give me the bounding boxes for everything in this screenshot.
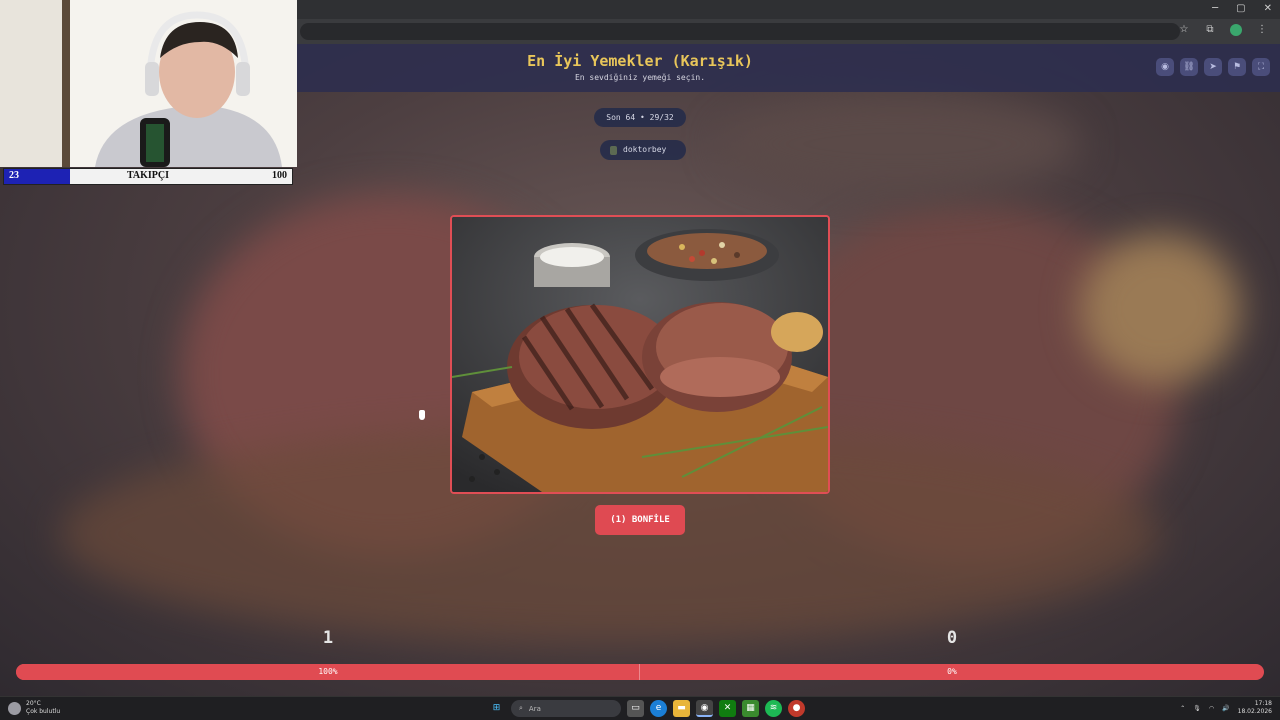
task-view-icon[interactable]: ▭ [627,700,644,717]
weather-desc: Çok bulutlu [26,708,61,715]
spotify-icon[interactable]: ≋ [765,700,782,717]
minimize-button[interactable]: ─ [1212,3,1218,14]
score-left: 1 [322,628,334,648]
item-label-button[interactable]: (1) BONFİLE [595,505,685,535]
puzzle-icon[interactable]: ⧉ [1204,24,1216,36]
flag-icon[interactable]: ⚑ [1228,58,1246,76]
address-bar[interactable] [300,23,1180,40]
mouse-cursor [419,410,425,420]
wifi-icon[interactable]: ◠ [1209,705,1214,712]
eye-icon[interactable]: ◉ [1156,58,1174,76]
background-garlic [1080,234,1240,384]
system-tray: ⌃ 🎙 ◠ 🔊 17:18 18.02.2026 [1180,700,1272,716]
round-indicator: Son 64 • 29/32 [594,108,686,127]
score-right: 0 [946,628,958,648]
folder-icon[interactable]: ▬ [673,700,690,717]
user-icon [610,145,617,155]
search-placeholder: Ara [528,704,541,713]
taskbar: 20°C Çok bulutlu ⊞ ⌕ Ara ▭ e ▬ ◉ ✕ ▦ ≋ ●… [0,696,1280,720]
windows-start-icon[interactable]: ⊞ [488,700,505,717]
item-image-card[interactable] [450,215,830,494]
follower-target: 100 [272,170,287,181]
chrome-icon[interactable]: ◉ [696,700,713,717]
volume-icon[interactable]: 🔊 [1222,705,1229,712]
username: doktorbey [623,145,667,154]
weather-temp: 20°C [26,700,41,707]
background-bowl [720,94,1080,194]
edge-icon[interactable]: e [650,700,667,717]
steak-image [452,217,828,492]
taskbar-apps: ⊞ ⌕ Ara ▭ e ▬ ◉ ✕ ▦ ≋ ● [488,700,805,717]
close-button[interactable]: ✕ [1264,3,1272,14]
cloud-icon [8,701,21,715]
fullscreen-icon[interactable]: ⛶ [1252,58,1270,76]
minecraft-icon[interactable]: ▦ [742,700,759,717]
menu-icon[interactable]: ⋮ [1256,24,1268,36]
send-icon[interactable]: ➤ [1204,58,1222,76]
search-icon: ⌕ [519,704,523,712]
follower-goal-bar: 23 TAKIPÇI 100 [3,168,293,185]
obs-icon[interactable]: ● [788,700,805,717]
clock-time: 17:18 [1254,700,1272,707]
header-actions: ◉ ⛓ ➤ ⚑ ⛶ [1156,58,1270,76]
clock-date: 18.02.2026 [1237,708,1272,715]
follower-label: TAKIPÇI [126,170,170,181]
star-icon[interactable]: ☆ [1178,24,1190,36]
browser-toolbar-icons: ☆ ⧉ ⋮ [1178,24,1268,36]
xbox-icon[interactable]: ✕ [719,700,736,717]
profile-icon[interactable] [1230,24,1242,36]
maximize-button[interactable]: ▢ [1236,3,1245,14]
link-icon[interactable]: ⛓ [1180,58,1198,76]
webcam-overlay [0,0,297,167]
percent-left: 100% [318,667,338,676]
clock[interactable]: 17:18 18.02.2026 [1238,700,1272,716]
user-badge: doktorbey [600,140,686,160]
window-controls: ─ ▢ ✕ [1212,3,1272,14]
percent-right: 0% [947,667,957,676]
streamer-video [0,0,297,167]
vote-progress-bar: 100% 0% [16,664,1264,680]
weather-widget[interactable]: 20°C Çok bulutlu [8,700,60,716]
chevron-up-icon[interactable]: ⌃ [1180,705,1185,712]
mic-icon[interactable]: 🎙 [1193,705,1201,712]
taskbar-search[interactable]: ⌕ Ara [511,700,621,717]
